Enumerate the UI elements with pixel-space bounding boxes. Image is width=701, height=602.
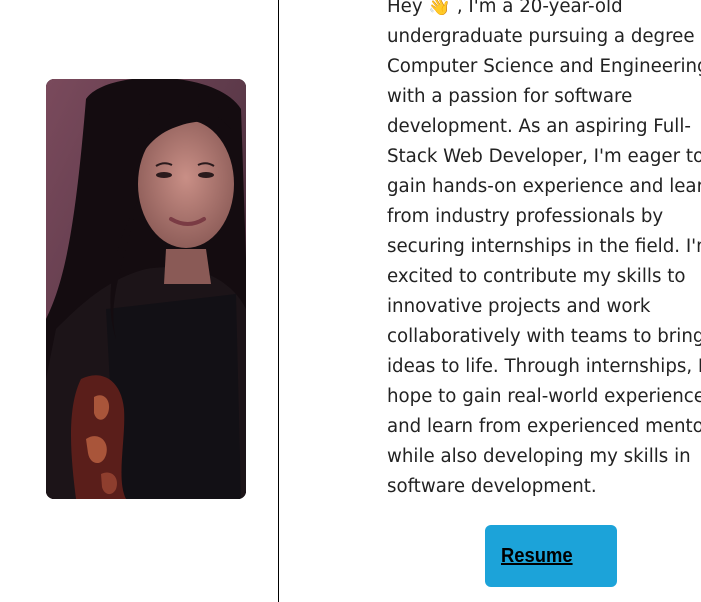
about-line: undergraduate pursuing a degree in [387, 26, 701, 47]
about-line: Hey 👋 , I'm a 20-year-old [387, 0, 623, 17]
about-line: collaboratively with teams to bring [387, 326, 701, 347]
about-line: innovative projects and work [387, 296, 651, 317]
resume-button[interactable]: Resume [485, 525, 617, 587]
about-line: ideas to life. Through internships, I [387, 356, 701, 377]
about-line: and learn from experienced mentors [387, 416, 701, 437]
vertical-divider [278, 0, 279, 602]
about-line: Stack Web Developer, I'm eager to [387, 146, 701, 167]
about-line: hope to gain real-world experience [387, 386, 701, 407]
about-line: securing internships in the field. I'm [387, 236, 701, 257]
profile-photo-image [46, 79, 246, 499]
profile-photo [46, 79, 246, 499]
about-text: Hey 👋 , I'm a 20-year-old undergraduate … [387, 0, 701, 502]
about-line: with a passion for software [387, 86, 633, 107]
about-line: from industry professionals by [387, 206, 664, 227]
about-line: Computer Science and Engineering, [387, 56, 701, 77]
about-line: gain hands-on experience and learn [387, 176, 701, 197]
about-line: development. As an aspiring Full- [387, 116, 691, 137]
resume-button-label[interactable]: Resume [501, 545, 573, 568]
about-line: excited to contribute my skills to [387, 266, 686, 287]
about-line: while also developing my skills in [387, 446, 691, 467]
about-line: software development. [387, 476, 597, 497]
